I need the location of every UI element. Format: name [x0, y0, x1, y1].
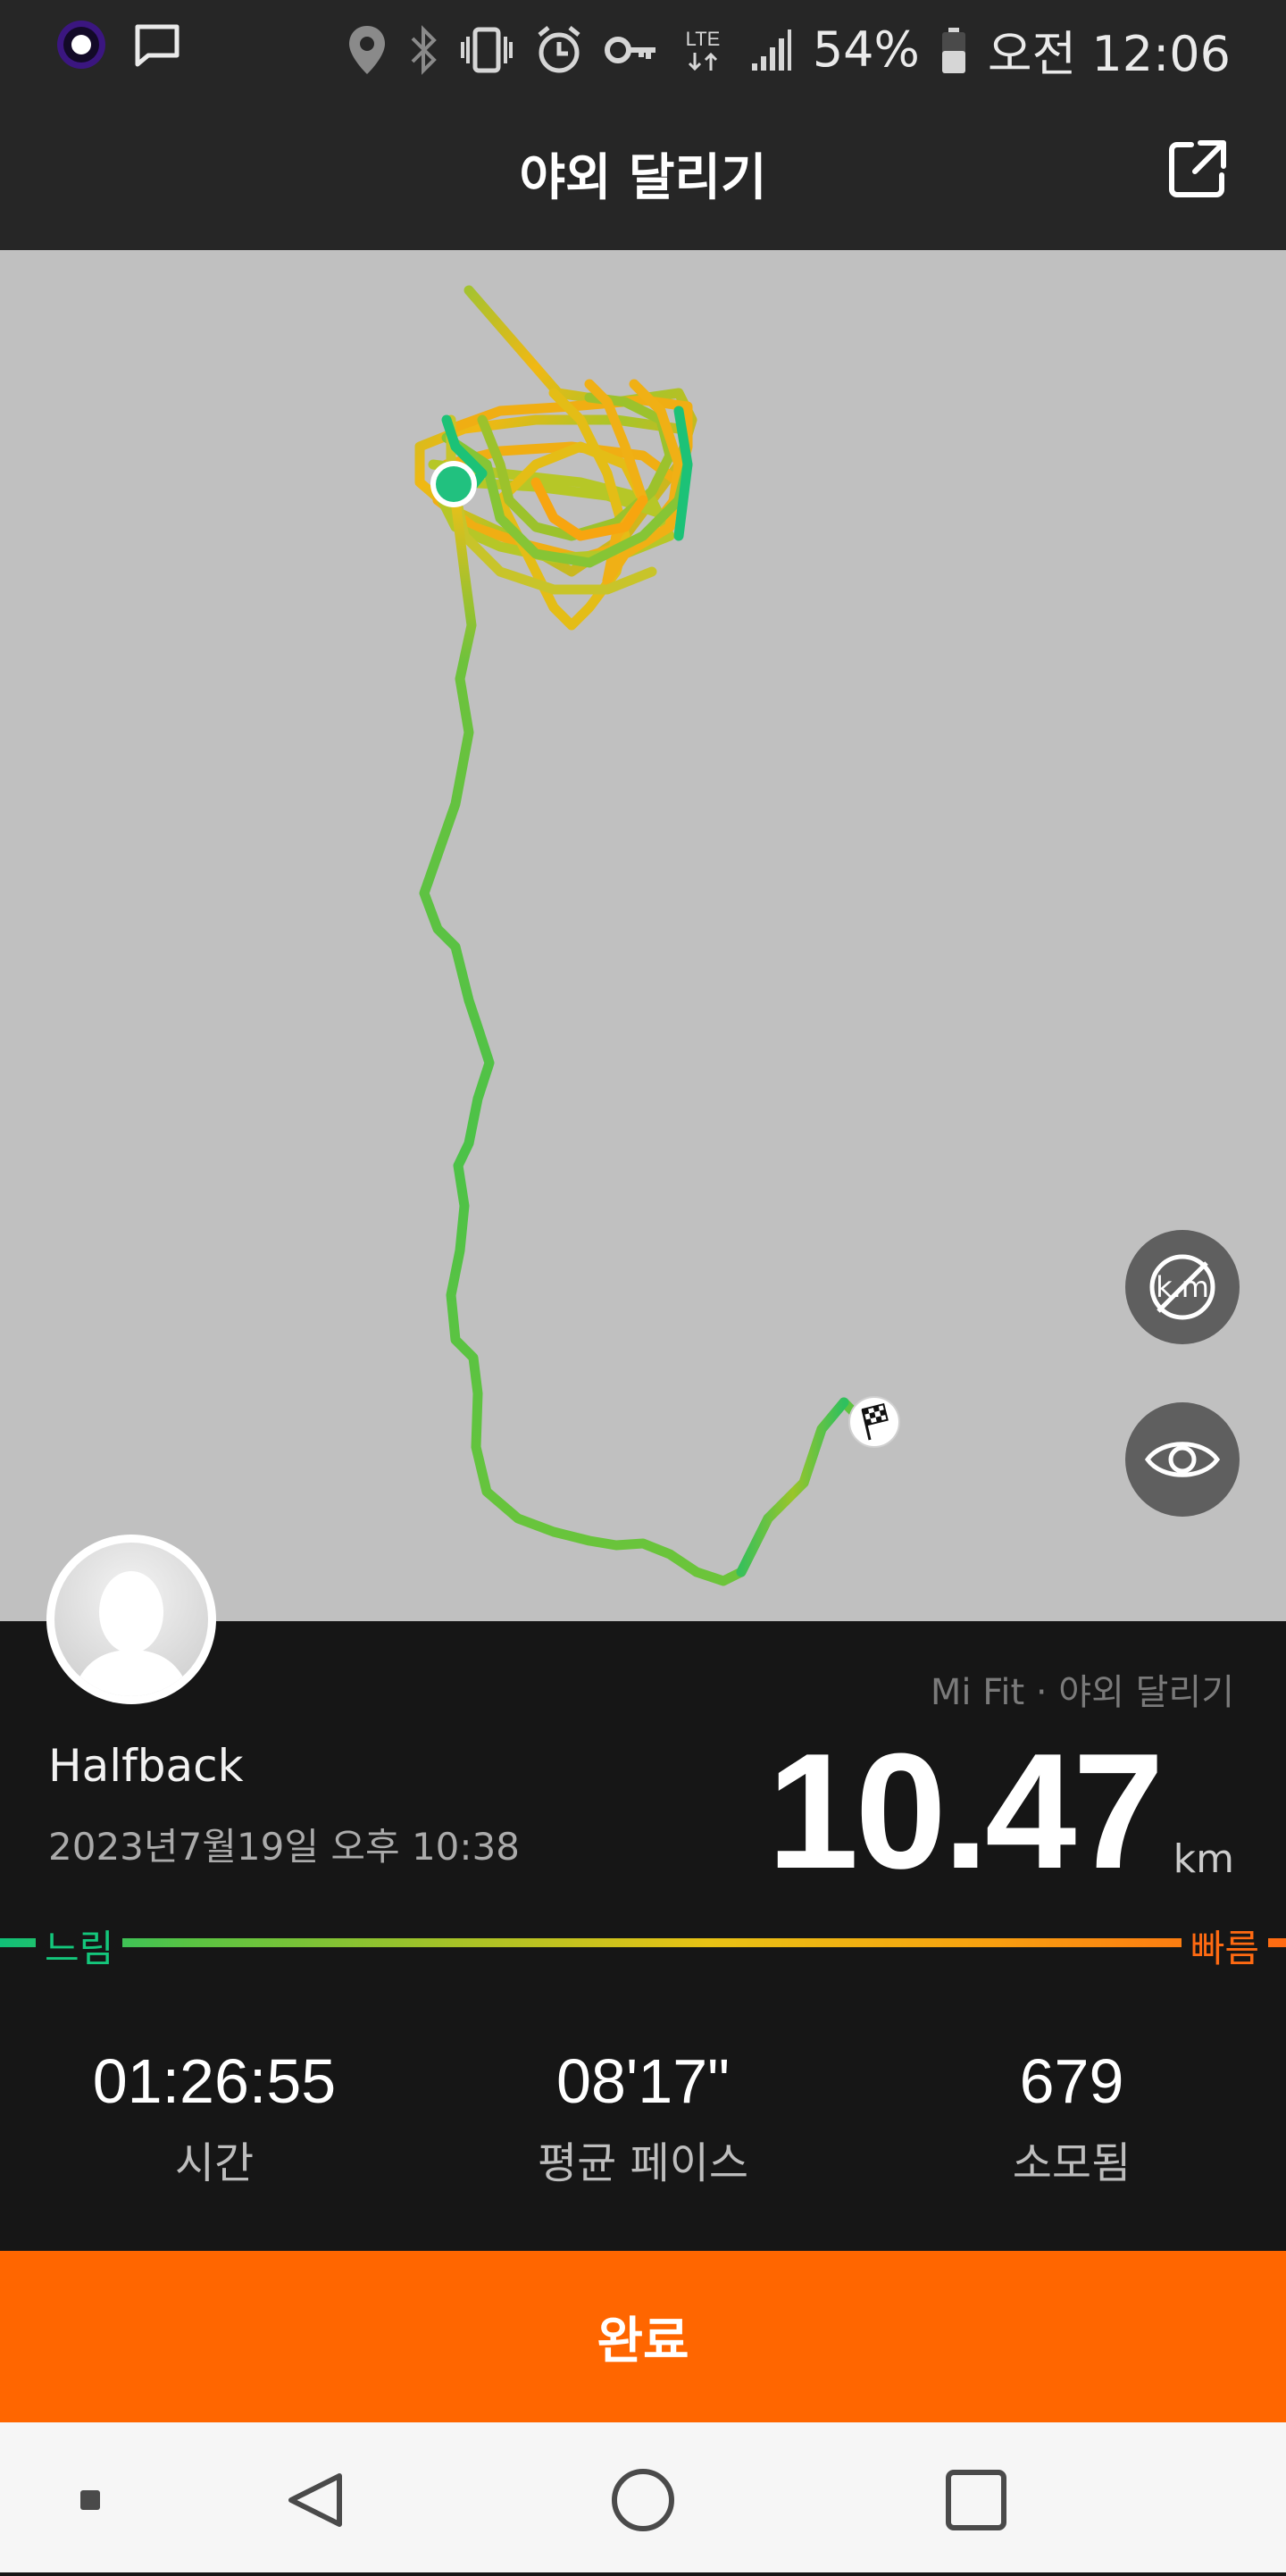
avatar — [46, 1535, 216, 1704]
svg-text:LTE: LTE — [685, 28, 720, 50]
vibrate-icon — [459, 21, 514, 79]
km-markers-toggle-button[interactable]: k.m — [1125, 1230, 1240, 1344]
km-markers-toggle-icon: k.m — [1149, 1254, 1215, 1320]
stat-duration-value: 01:26:55 — [92, 2046, 337, 2116]
user-name: Halfback — [48, 1740, 244, 1792]
distance: 10.47 km — [767, 1728, 1234, 1893]
route-end-segment — [736, 1397, 849, 1577]
overview-icon[interactable] — [946, 2470, 1006, 2530]
alarm-icon — [534, 21, 584, 79]
default-avatar-icon — [72, 1571, 190, 1696]
navigation-bar — [0, 2422, 1286, 2572]
done-button[interactable]: 완료 — [0, 2251, 1286, 2422]
vpn-key-icon — [604, 21, 659, 79]
avatar-image — [54, 1543, 208, 1696]
stat-avg-pace: 08'17" 평균 페이스 — [464, 2045, 822, 2190]
route-path — [419, 495, 872, 1586]
navigation-buttons — [80, 2469, 1006, 2531]
status-right: LTE 54% 오전 12:06 — [347, 14, 1231, 85]
recent-square-icon[interactable] — [80, 2490, 100, 2510]
workout-source: Mi Fit · 야외 달리기 — [930, 1672, 1234, 1713]
pace-gradient-bar — [0, 1938, 1286, 1947]
bluetooth-icon — [407, 21, 439, 79]
battery-percent: 54% — [812, 21, 920, 78]
route-map[interactable]: k.m — [0, 250, 1286, 1621]
home-icon[interactable] — [612, 2469, 674, 2531]
visibility-toggle-button[interactable] — [1125, 1402, 1240, 1517]
workout-date: 2023년7월19일 오후 10:38 — [48, 1825, 520, 1869]
status-bar: LTE 54% 오전 12:06 — [0, 0, 1286, 89]
page-title: 야외 달리기 — [519, 149, 767, 207]
share-icon — [1169, 140, 1226, 197]
back-icon[interactable] — [288, 2473, 342, 2527]
share-button[interactable] — [1165, 136, 1231, 202]
stat-avg-pace-value: 08'17" — [556, 2046, 730, 2116]
start-icon — [430, 461, 477, 507]
pace-fast-label: 빠름 — [1181, 1919, 1268, 1973]
route-track — [414, 285, 900, 1586]
status-left — [55, 16, 182, 73]
stat-duration: 01:26:55 시간 — [36, 2045, 393, 2190]
pace-slow-label: 느림 — [36, 1919, 123, 1973]
location-icon — [347, 21, 388, 79]
stat-duration-label: 시간 — [174, 2138, 255, 2188]
distance-value: 10.47 — [767, 1719, 1164, 1903]
stat-calories-label: 소모됨 — [1012, 2138, 1132, 2188]
stat-avg-pace-label: 평균 페이스 — [537, 2138, 749, 2188]
eye-icon — [1144, 1442, 1221, 1477]
distance-unit: km — [1173, 1836, 1234, 1882]
signal-icon — [747, 21, 793, 79]
stat-calories-value: 679 — [1019, 2046, 1124, 2116]
message-icon — [132, 16, 182, 73]
battery-icon — [939, 21, 968, 79]
lte-icon: LTE — [679, 21, 727, 79]
app-notification-icon — [55, 16, 107, 73]
stat-calories: 679 소모됨 — [893, 2045, 1250, 2190]
checkered-flag-icon — [848, 1396, 900, 1448]
clock: 오전 12:06 — [987, 26, 1231, 82]
app-bar: 야외 달리기 — [0, 89, 1286, 250]
